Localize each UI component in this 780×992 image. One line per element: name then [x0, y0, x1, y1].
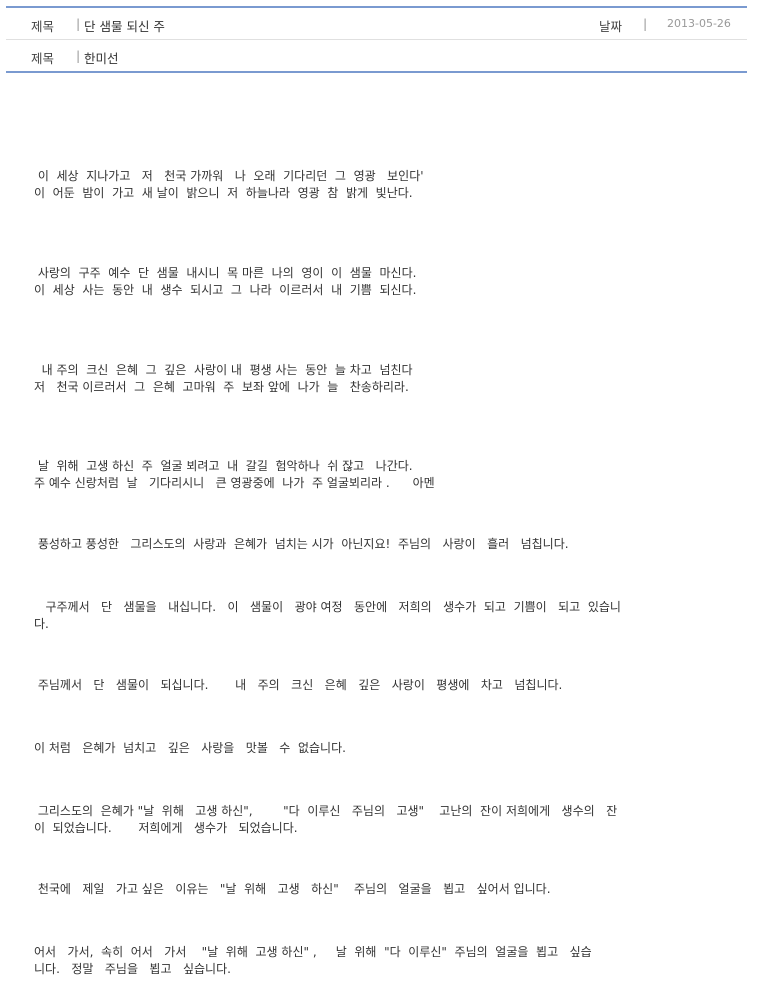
post-meta-table: 제목 | 단 샘물 되신 주 날짜 | 2013-05-26 제목 | 한미선: [6, 6, 747, 73]
post-date: 2013-05-26: [667, 17, 731, 30]
date-label: 날짜: [599, 19, 623, 34]
paragraph: 내 주의 크신 은혜 그 깊은 사랑이 내 평생 사는 동안 늘 차고 넘친다 …: [34, 363, 413, 394]
paragraph: 그리스도의 은혜가 "날 위해 고생 하신", "다 이루신 주님의 고생" 고…: [34, 804, 618, 835]
separator-icon: |: [76, 16, 81, 31]
paragraph: 날 위해 고생 하신 주 얼굴 뵈려고 내 갈길 험악하나 쉬 잖고 나간다. …: [34, 459, 435, 490]
paragraph: 이 세상 지나가고 저 천국 가까워 나 오래 기다리던 그 영광 보인다' 이…: [34, 169, 424, 200]
paragraph: 사랑의 구주 예수 단 샘물 내시니 목 마른 나의 영이 이 샘물 마신다. …: [34, 266, 417, 297]
post-body: 이 세상 지나가고 저 천국 가까워 나 오래 기다리던 그 영광 보인다' 이…: [34, 140, 724, 992]
author-row: 제목 | 한미선: [6, 39, 747, 71]
paragraph: 풍성하고 풍성한 그리스도의 사랑과 은혜가 넘치는 시가 아닌지요! 주님의 …: [34, 537, 569, 551]
separator-icon: |: [643, 16, 648, 31]
paragraph: 천국에 제일 가고 싶은 이유는 "날 위해 고생 하신" 주님의 얼굴을 뵙고…: [34, 882, 551, 896]
author-name: 한미선: [84, 51, 119, 66]
paragraph: 주님께서 단 샘물이 되십니다. 내 주의 크신 은혜 깊은 사랑이 평생에 차…: [34, 678, 563, 692]
title-row: 제목 | 단 샘물 되신 주 날짜 | 2013-05-26: [6, 8, 747, 39]
separator-icon: |: [76, 48, 81, 63]
paragraph: 어서 가서, 속히 어서 가서 "날 위해 고생 하신" , 날 위해 "다 이…: [34, 945, 592, 976]
paragraph: 구주께서 단 샘물을 내십니다. 이 샘물이 광야 여정 동안에 저희의 생수가…: [34, 600, 621, 631]
paragraph: 이 처럼 은혜가 넘치고 깊은 사랑을 맛볼 수 없습니다.: [34, 741, 346, 755]
author-label: 제목: [31, 51, 55, 66]
post-title: 단 샘물 되신 주: [84, 19, 165, 34]
title-label: 제목: [31, 19, 55, 34]
